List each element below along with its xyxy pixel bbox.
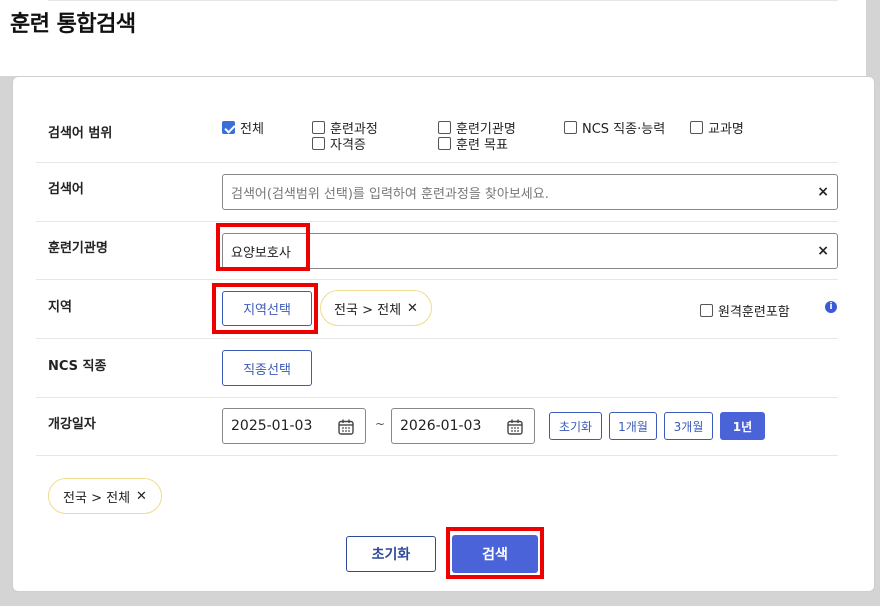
selected-filter-tag: 전국 > 전체 ✕ xyxy=(48,478,162,514)
institution-input[interactable]: 요양보호사 × xyxy=(222,233,838,269)
calendar-icon[interactable] xyxy=(337,418,355,436)
scope-option-all[interactable]: 전체 xyxy=(222,118,264,137)
clear-icon[interactable]: × xyxy=(817,243,829,259)
keyword-placeholder: 검색어(검색범위 선택)를 입력하여 훈련과정을 찾아보세요. xyxy=(231,186,549,202)
period-reset-button[interactable]: 초기화 xyxy=(549,412,602,440)
page-title: 훈련 통합검색 xyxy=(10,12,136,37)
institution-value: 요양보호사 xyxy=(231,245,291,261)
checkbox-checked-icon[interactable] xyxy=(222,121,235,134)
close-icon[interactable]: ✕ xyxy=(407,301,418,316)
checkbox-icon[interactable] xyxy=(564,121,577,134)
checkbox-icon[interactable] xyxy=(312,137,325,150)
scope-option-label: 전체 xyxy=(240,122,264,137)
scope-option-label: 자격증 xyxy=(330,138,366,153)
divider xyxy=(36,221,838,222)
divider xyxy=(36,338,838,339)
period-3month-button[interactable]: 3개월 xyxy=(664,412,713,440)
ncs-label: NCS 직종 xyxy=(48,359,107,374)
scope-option-label: 교과명 xyxy=(708,122,744,137)
scope-option-label: NCS 직종·능력 xyxy=(582,122,666,137)
period-1month-button[interactable]: 1개월 xyxy=(609,412,657,440)
remote-training-label: 원격훈련포함 xyxy=(718,305,790,320)
divider xyxy=(36,279,838,280)
info-icon[interactable]: i xyxy=(825,301,837,313)
scope-option-label: 훈련 목표 xyxy=(456,138,508,153)
divider xyxy=(36,162,838,163)
end-date-input[interactable]: 2026-01-03 xyxy=(391,408,535,444)
search-button[interactable]: 검색 xyxy=(452,535,538,573)
header-area: 훈련 통합검색 xyxy=(0,0,866,76)
scope-option-certificate[interactable]: 자격증 xyxy=(312,134,366,153)
keyword-input[interactable]: 검색어(검색범위 선택)를 입력하여 훈련과정을 찾아보세요. × xyxy=(222,174,838,210)
end-date-value: 2026-01-03 xyxy=(400,418,482,434)
clear-icon[interactable]: × xyxy=(817,184,829,200)
remote-training-checkbox[interactable]: 원격훈련포함 xyxy=(700,301,790,320)
scope-option-goal[interactable]: 훈련 목표 xyxy=(438,134,508,153)
region-select-button[interactable]: 지역선택 xyxy=(222,291,312,326)
close-icon[interactable]: ✕ xyxy=(136,489,147,504)
region-tag-label: 전국 > 전체 xyxy=(334,302,402,318)
region-label: 지역 xyxy=(48,300,72,315)
checkbox-icon[interactable] xyxy=(700,304,713,317)
divider xyxy=(36,397,838,398)
checkbox-icon[interactable] xyxy=(312,121,325,134)
region-tag: 전국 > 전체 ✕ xyxy=(320,290,432,326)
date-label: 개강일자 xyxy=(48,417,96,432)
scope-option-ncs[interactable]: NCS 직종·능력 xyxy=(564,118,665,137)
reset-button[interactable]: 초기화 xyxy=(346,536,436,572)
scope-option-subject[interactable]: 교과명 xyxy=(690,118,744,137)
checkbox-icon[interactable] xyxy=(438,137,451,150)
calendar-icon[interactable] xyxy=(506,418,524,436)
checkbox-icon[interactable] xyxy=(690,121,703,134)
period-1year-button[interactable]: 1년 xyxy=(720,412,765,440)
start-date-value: 2025-01-03 xyxy=(231,418,313,434)
scope-label: 검색어 범위 xyxy=(48,126,113,141)
institution-label: 훈련기관명 xyxy=(48,241,108,256)
ncs-select-button[interactable]: 직종선택 xyxy=(222,350,312,386)
selected-filter-label: 전국 > 전체 xyxy=(63,490,131,506)
checkbox-icon[interactable] xyxy=(438,121,451,134)
start-date-input[interactable]: 2025-01-03 xyxy=(222,408,366,444)
search-panel xyxy=(12,76,875,592)
date-separator: ~ xyxy=(375,417,386,431)
keyword-label: 검색어 xyxy=(48,182,84,197)
divider xyxy=(36,455,838,456)
